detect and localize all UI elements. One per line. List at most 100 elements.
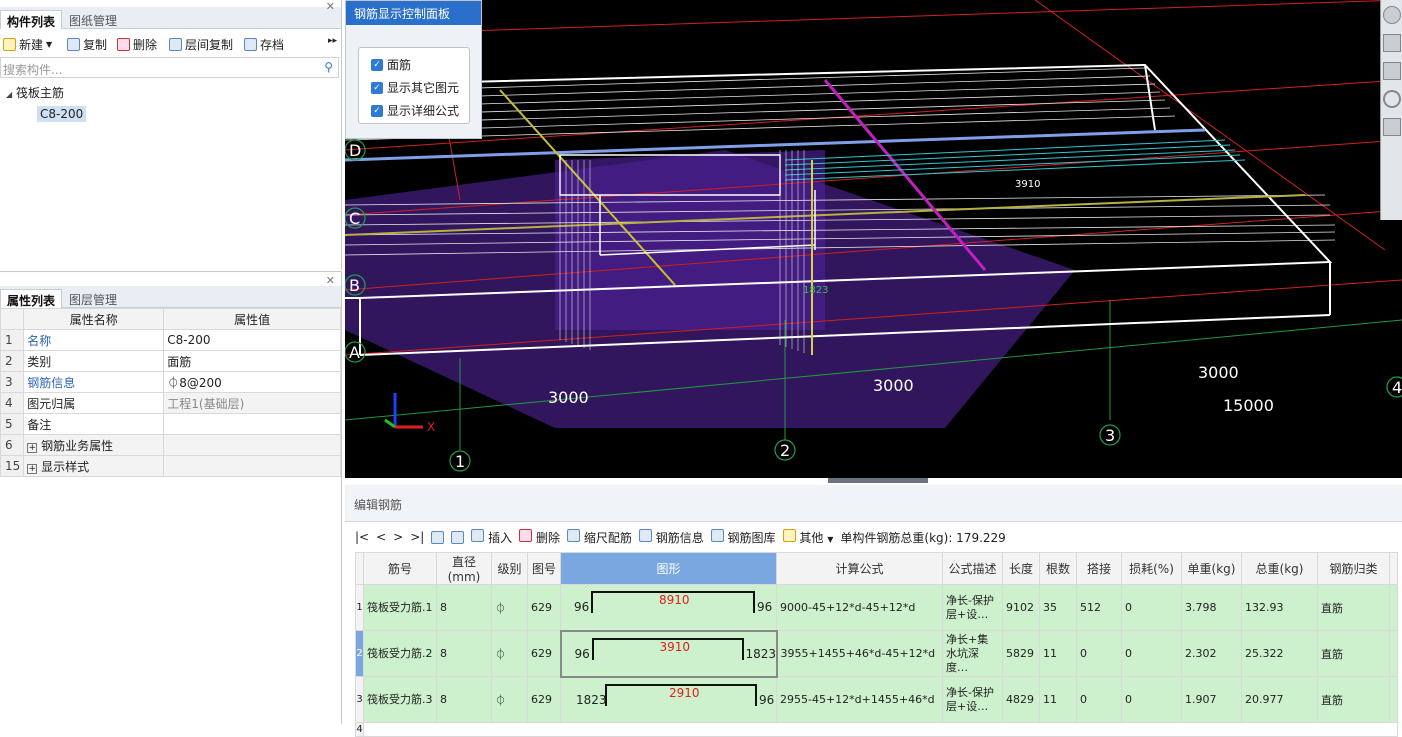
tab-property-list[interactable]: 属性列表 [0,289,63,308]
delete-button[interactable]: 删除 [117,36,157,53]
rebar-library-button[interactable]: 钢筋图库 [710,528,776,546]
cell-total-weight[interactable]: 20.977 [1241,676,1318,723]
cell-loss[interactable]: 0 [1121,630,1182,677]
cell-figure-no[interactable]: 629 [527,584,561,631]
view-3d-icon[interactable] [1383,62,1401,80]
property-row[interactable]: 6 + 钢筋业务属性 [0,434,341,456]
cell-loss[interactable]: 0 [1121,584,1182,631]
cell-grade[interactable]: ⏀ [491,584,528,631]
expand-icon[interactable]: + [27,463,38,474]
cell-shape[interactable]: 96 3910 1823 [559,629,778,678]
insert-button[interactable]: 插入 [471,528,512,546]
3d-viewport[interactable]: D C B A 1 2 3 4 3000 3000 3000 15000 391… [345,0,1402,478]
copy-button[interactable]: 复制 [67,36,107,53]
cell-lap[interactable]: 0 [1076,676,1122,723]
cell-unit-weight[interactable]: 1.907 [1181,676,1242,723]
grid-view-icon[interactable] [1383,118,1401,136]
view-navigation-toolbar[interactable] [1380,0,1402,220]
cell-name[interactable]: 筏板受力筋.1 [363,584,437,631]
property-row[interactable]: 3 钢筋信息 ⏀8@200 [0,371,341,393]
property-row[interactable]: 1 名称 C8-200 [0,329,341,351]
cell-diameter[interactable]: 8 [436,676,492,723]
cell-grade[interactable]: ⏀ [491,676,528,723]
cell-loss[interactable]: 0 [1121,676,1182,723]
first-record-button[interactable]: |< [355,530,369,544]
cell-formula[interactable]: 3955+1455+46*d-45+12*d [776,630,943,677]
cell-figure-no[interactable]: 629 [527,676,561,723]
prev-record-button[interactable]: < [376,530,386,544]
cell-lap[interactable]: 0 [1076,630,1122,677]
property-value[interactable]: 面筋 [163,350,341,372]
last-record-button[interactable]: >| [410,530,424,544]
close-icon[interactable]: ✕ [326,0,335,13]
checkbox-icon[interactable]: ✓ [371,58,383,71]
new-button[interactable]: 新建 ▼ [3,36,52,53]
empty-row[interactable] [363,722,1398,737]
tab-drawing-manage[interactable]: 图纸管理 [63,10,123,29]
cell-grade[interactable]: ⏀ [491,630,528,677]
table-row[interactable]: 2 筏板受力筋.2 8 ⏀ 629 96 3910 1823 3955+1455… [355,629,1398,678]
rebar-info-button[interactable]: 钢筋信息 [638,528,704,546]
more-icon[interactable]: ▸▸ [328,36,337,46]
cell-length[interactable]: 4829 [1002,676,1040,723]
tree-item-c8-200[interactable]: C8-200 [37,106,87,122]
property-row[interactable]: 5 备注 [0,413,341,435]
cell-formula[interactable]: 9000-45+12*d-45+12*d [776,584,943,631]
table-row[interactable]: 3 筏板受力筋.3 8 ⏀ 629 1823 2910 96 2955-45+1… [355,676,1398,723]
cell-total-weight[interactable]: 25.322 [1241,630,1318,677]
orbit-icon[interactable] [1383,6,1401,24]
collapse-icon[interactable]: ◢ [6,90,12,99]
cell-unit-weight[interactable]: 2.302 [1181,630,1242,677]
cell-shape[interactable]: 96 8910 96 [560,584,777,631]
checkbox-icon[interactable]: ✓ [371,81,383,94]
cell-count[interactable]: 35 [1039,584,1077,631]
floor-copy-button[interactable]: 层间复制 [169,36,233,53]
cell-shape[interactable]: 1823 2910 96 [560,676,777,723]
move-up-icon[interactable] [431,530,445,544]
cell-name[interactable]: 筏板受力筋.3 [363,676,437,723]
option-face-rebar[interactable]: ✓ 面筋 [371,56,411,73]
option-show-formula[interactable]: ✓ 显示详细公式 [371,102,459,119]
checkbox-icon[interactable]: ✓ [371,104,383,117]
tree-root[interactable]: ◢ 筏板主筋 [6,84,64,101]
tab-component-list[interactable]: 构件列表 [0,10,63,29]
property-value[interactable] [163,413,341,435]
scale-rebar-button[interactable]: 缩尺配筋 [567,528,632,546]
cell-description[interactable]: 净长-保护层+设… [942,676,1003,723]
search-input[interactable]: 搜索构件... ⚲ [0,57,339,78]
splitter-handle[interactable] [828,478,928,483]
property-row[interactable]: 4 图元归属 工程1(基础层) [0,392,341,414]
delete-row-button[interactable]: 删除 [519,528,560,546]
cell-category[interactable]: 直筋 [1317,676,1390,723]
cell-unit-weight[interactable]: 3.798 [1181,584,1242,631]
cell-diameter[interactable]: 8 [436,584,492,631]
expand-icon[interactable]: + [27,442,38,453]
cell-diameter[interactable]: 8 [436,630,492,677]
cell-name[interactable]: 筏板受力筋.2 [363,630,437,677]
cell-count[interactable]: 11 [1039,676,1077,723]
rebar-3d-scene[interactable]: D C B A 1 2 3 4 3000 3000 3000 15000 391… [345,0,1402,478]
view-2d-icon[interactable] [1383,34,1401,52]
tab-layer-manage[interactable]: 图层管理 [63,289,123,308]
option-show-others[interactable]: ✓ 显示其它图元 [371,79,459,96]
table-row[interactable]: 1 筏板受力筋.1 8 ⏀ 629 96 8910 96 9000-45+12*… [355,584,1398,631]
cell-description[interactable]: 净长-保护层+设… [942,584,1003,631]
property-value[interactable]: C8-200 [163,329,341,351]
other-button[interactable]: 其他 ▼ [782,528,833,546]
cell-length[interactable]: 5829 [1002,630,1040,677]
property-value[interactable]: ⏀8@200 [163,371,341,393]
cell-formula[interactable]: 2955-45+12*d+1455+46*d [776,676,943,723]
next-record-button[interactable]: > [393,530,403,544]
cell-count[interactable]: 11 [1039,630,1077,677]
rotate-icon[interactable] [1383,90,1401,108]
search-icon[interactable]: ⚲ [324,60,333,74]
property-row[interactable]: 15 + 显示样式 [0,455,341,477]
cell-figure-no[interactable]: 629 [527,630,561,677]
cell-length[interactable]: 9102 [1002,584,1040,631]
cell-category[interactable]: 直筋 [1317,584,1390,631]
move-down-icon[interactable] [451,530,465,544]
property-row[interactable]: 2 类别 面筋 [0,350,341,372]
cell-description[interactable]: 净长+集水坑深度… [942,630,1003,677]
archive-button[interactable]: 存档 [244,36,284,53]
table-row[interactable]: 4 [355,722,1398,737]
